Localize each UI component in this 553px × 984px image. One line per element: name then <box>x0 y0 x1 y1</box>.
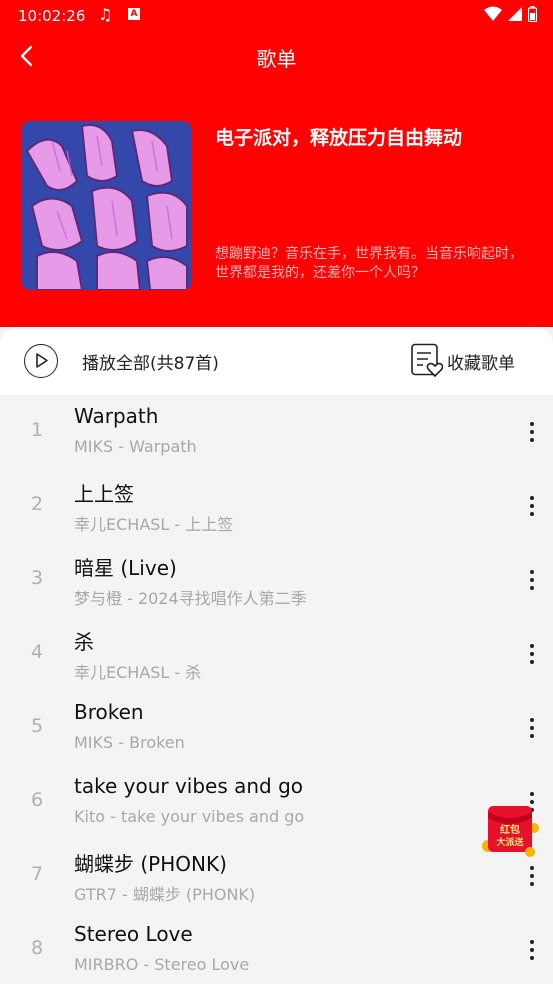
favorite-playlist-button[interactable]: 收藏歌单 <box>447 349 515 374</box>
song-title: 暗星 (Live) <box>74 556 177 580</box>
more-vertical-icon[interactable] <box>524 937 540 965</box>
playlist-cover[interactable] <box>22 121 191 290</box>
notification-a-icon: A <box>128 8 140 20</box>
song-row[interactable]: 6 take your vibes and go Kito - take you… <box>0 765 553 839</box>
page-title: 歌单 <box>256 47 297 71</box>
more-vertical-icon[interactable] <box>524 567 540 595</box>
more-vertical-icon[interactable] <box>524 863 540 891</box>
song-subtitle: MIRBRO - Stereo Love <box>74 955 250 974</box>
song-row[interactable]: 1 Warpath MIKS - Warpath <box>0 395 553 469</box>
song-index: 3 <box>30 567 44 589</box>
signal-icon <box>508 7 522 21</box>
song-row[interactable]: 5 Broken MIKS - Broken <box>0 691 553 765</box>
song-title: 杀 <box>74 630 94 654</box>
song-title: 蝴蝶步 (PHONK) <box>74 852 227 876</box>
song-row[interactable]: 7 蝴蝶步 (PHONK) GTR7 - 蝴蝶步 (PHONK) <box>0 839 553 913</box>
play-circle-icon[interactable] <box>24 344 58 378</box>
song-index: 8 <box>30 937 44 959</box>
status-icons <box>484 6 537 22</box>
play-all-button[interactable]: 播放全部(共87首) <box>82 349 219 374</box>
wifi-icon <box>484 6 502 21</box>
song-index: 5 <box>30 715 44 737</box>
song-subtitle: MIKS - Broken <box>74 733 185 752</box>
song-index: 7 <box>30 863 44 885</box>
cover-art-image <box>22 121 191 290</box>
song-row[interactable]: 4 杀 幸儿ECHASL - 杀 <box>0 617 553 691</box>
action-bar: 播放全部(共87首) 收藏歌单 <box>0 327 553 395</box>
song-subtitle: 幸儿ECHASL - 上上签 <box>74 515 234 534</box>
song-title: Stereo Love <box>74 922 193 946</box>
red-packet-promo-icon[interactable]: 红包 大派送 <box>480 802 542 860</box>
promo-line1: 红包 <box>500 823 520 836</box>
song-title: Broken <box>74 700 144 724</box>
favorite-playlist-icon[interactable] <box>409 343 443 377</box>
song-subtitle: 梦与橙 - 2024寻找唱作人第二季 <box>74 589 307 608</box>
song-subtitle: 幸儿ECHASL - 杀 <box>74 663 202 682</box>
app-bar: 歌单 <box>0 32 553 80</box>
song-row[interactable]: 2 上上签 幸儿ECHASL - 上上签 <box>0 469 553 543</box>
status-time: 10:02:26 <box>18 7 86 25</box>
song-subtitle: Kito - take your vibes and go <box>74 807 305 826</box>
playlist-name: 电子派对，释放压力自由舞动 <box>215 127 463 149</box>
battery-icon <box>528 6 537 22</box>
more-vertical-icon[interactable] <box>524 715 540 743</box>
playlist-header: 10:02:26 ♫ A 歌单 电子派对，释放压力自由舞动 想蹦野迪？音乐在手，… <box>0 0 553 327</box>
more-vertical-icon[interactable] <box>524 493 540 521</box>
song-index: 6 <box>30 789 44 811</box>
song-title: Warpath <box>74 404 159 428</box>
song-index: 2 <box>30 493 44 515</box>
promo-line2: 大派送 <box>496 836 524 848</box>
more-vertical-icon[interactable] <box>524 641 540 669</box>
song-subtitle: GTR7 - 蝴蝶步 (PHONK) <box>74 885 256 904</box>
playlist-description[interactable]: 想蹦野迪？音乐在手，世界我有。当音乐响起时，世界都是我的，还差你一个人吗？ <box>215 245 535 283</box>
song-title: take your vibes and go <box>74 774 304 798</box>
song-subtitle: MIKS - Warpath <box>74 437 197 456</box>
song-title: 上上签 <box>74 482 134 506</box>
song-row[interactable]: 8 Stereo Love MIRBRO - Stereo Love <box>0 913 553 984</box>
music-note-icon: ♫ <box>98 5 113 24</box>
song-index: 1 <box>30 419 44 441</box>
status-bar: 10:02:26 ♫ A <box>0 0 553 32</box>
song-row[interactable]: 3 暗星 (Live) 梦与橙 - 2024寻找唱作人第二季 <box>0 543 553 617</box>
more-vertical-icon[interactable] <box>524 419 540 447</box>
song-index: 4 <box>30 641 44 663</box>
